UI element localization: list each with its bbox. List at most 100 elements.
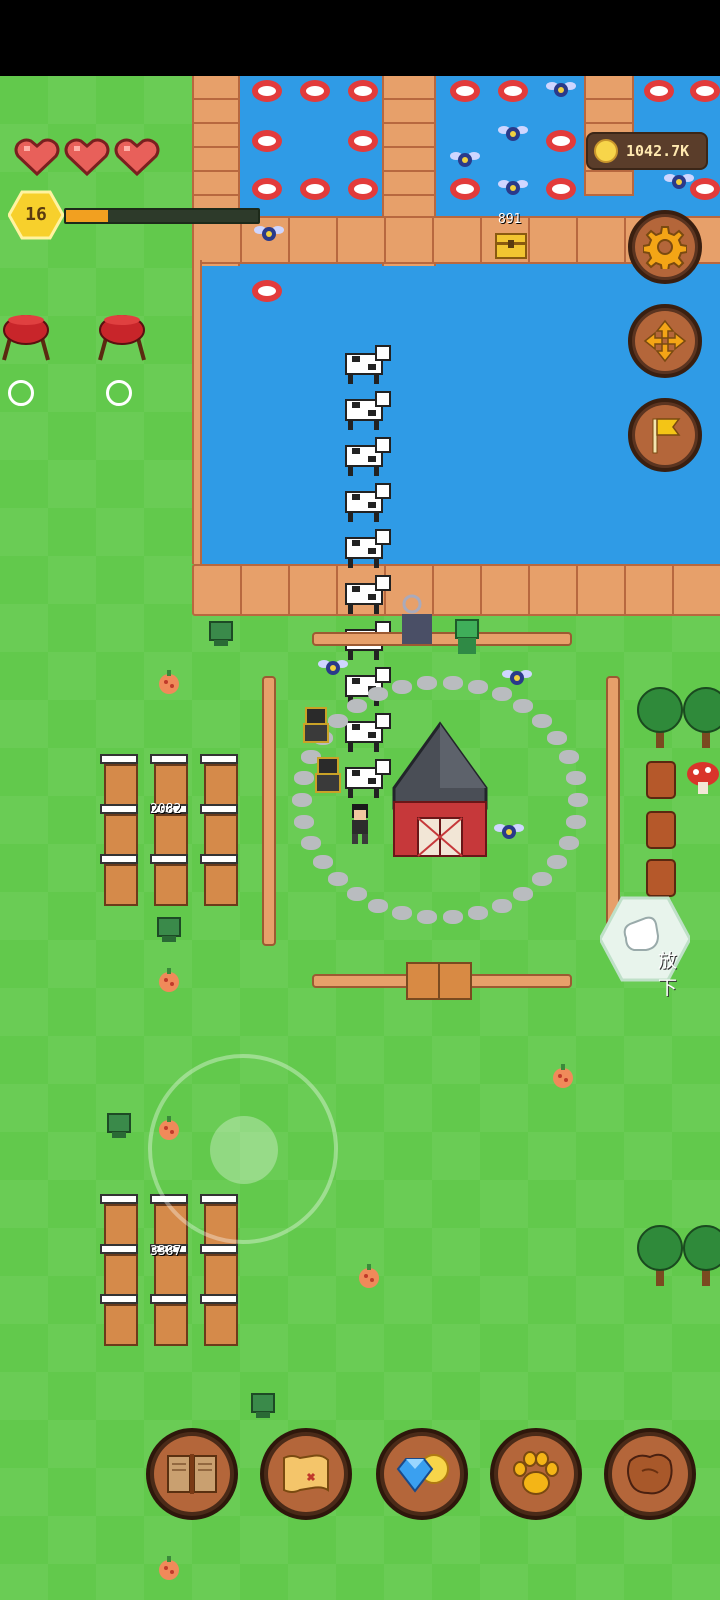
life-buoy bbox=[450, 80, 480, 102]
wood-log[interactable] bbox=[644, 810, 678, 850]
joystick-knob[interactable] bbox=[210, 1116, 278, 1184]
berry-bush[interactable] bbox=[156, 1554, 182, 1584]
stepping-stone bbox=[346, 887, 367, 902]
stepping-stone bbox=[565, 814, 586, 829]
life-buoy bbox=[644, 80, 674, 102]
life-buoy bbox=[300, 178, 330, 200]
player-character bbox=[352, 804, 368, 844]
stepping-stone bbox=[392, 679, 413, 694]
cow bbox=[338, 436, 392, 482]
stepping-stone bbox=[558, 835, 579, 850]
stepping-stone bbox=[513, 698, 534, 713]
stepping-stone bbox=[442, 675, 463, 690]
beehive[interactable] bbox=[200, 754, 238, 806]
mushroom[interactable] bbox=[686, 760, 720, 796]
beehive[interactable] bbox=[100, 754, 138, 806]
life-buoy bbox=[252, 130, 282, 152]
dark-rider bbox=[402, 594, 432, 644]
tree bbox=[637, 687, 683, 748]
armored-guard bbox=[303, 707, 329, 743]
pets-button[interactable] bbox=[490, 1428, 582, 1520]
life-buoy bbox=[252, 178, 282, 200]
stepping-stone bbox=[531, 872, 552, 887]
stepping-stone bbox=[467, 679, 488, 694]
cooking-pot[interactable] bbox=[96, 308, 148, 362]
beehive[interactable] bbox=[200, 1294, 238, 1346]
hive-group-count: 3387 bbox=[150, 1244, 182, 1259]
beehive[interactable] bbox=[100, 1244, 138, 1296]
flag-button[interactable] bbox=[628, 398, 702, 472]
life-buoy bbox=[690, 80, 720, 102]
book-icon bbox=[167, 1454, 217, 1494]
berry-bush[interactable] bbox=[156, 668, 182, 698]
diamond-coin-shop-icon bbox=[396, 1454, 449, 1493]
life-buoy bbox=[546, 178, 576, 200]
shop-button[interactable] bbox=[376, 1428, 468, 1520]
coin-icon bbox=[594, 139, 618, 163]
wood-log[interactable] bbox=[644, 760, 678, 800]
beehive[interactable] bbox=[200, 804, 238, 856]
beehive[interactable] bbox=[100, 1294, 138, 1346]
cow bbox=[338, 482, 392, 528]
farm-gate[interactable] bbox=[406, 962, 472, 1000]
stepping-stone bbox=[417, 675, 438, 690]
life-buoy bbox=[690, 178, 720, 200]
treasure-map-icon bbox=[283, 1454, 329, 1493]
xp-bar-fill bbox=[66, 210, 109, 222]
beehive[interactable] bbox=[100, 804, 138, 856]
life-buoy bbox=[348, 178, 378, 200]
cow bbox=[338, 344, 392, 390]
heart-icon bbox=[14, 136, 60, 177]
stepping-stone bbox=[294, 814, 315, 829]
map-button[interactable] bbox=[260, 1428, 352, 1520]
stepping-stone bbox=[301, 835, 322, 850]
stepping-stone bbox=[442, 910, 463, 925]
heart-icon bbox=[114, 136, 160, 177]
move-arrows-icon bbox=[643, 319, 687, 363]
leather-button[interactable] bbox=[604, 1428, 696, 1520]
empty-slot-ring bbox=[106, 380, 132, 406]
beehive[interactable] bbox=[150, 854, 188, 906]
book-button[interactable] bbox=[146, 1428, 238, 1520]
beehive[interactable] bbox=[100, 854, 138, 906]
status-bar bbox=[0, 0, 720, 76]
beehive[interactable] bbox=[150, 754, 188, 806]
berry-bush[interactable] bbox=[550, 1062, 576, 1092]
drop-button[interactable]: 放下 bbox=[600, 894, 690, 999]
leather-hide-icon bbox=[627, 1453, 673, 1495]
beehive[interactable] bbox=[150, 1294, 188, 1346]
fence bbox=[262, 676, 276, 946]
bee-drone bbox=[498, 126, 528, 141]
beehive[interactable] bbox=[100, 1194, 138, 1246]
life-buoy bbox=[546, 130, 576, 152]
berry-bush[interactable] bbox=[356, 1262, 382, 1292]
beehive[interactable] bbox=[200, 1244, 238, 1296]
stepping-stone bbox=[565, 771, 586, 786]
health-hearts bbox=[14, 136, 160, 177]
move-button[interactable] bbox=[628, 304, 702, 378]
life-buoy bbox=[348, 130, 378, 152]
life-buoy bbox=[348, 80, 378, 102]
red-barn[interactable] bbox=[384, 718, 496, 858]
bee-drone bbox=[318, 660, 348, 675]
flag-icon bbox=[652, 418, 681, 454]
golden-chest[interactable] bbox=[494, 230, 528, 260]
cooking-pot[interactable] bbox=[0, 308, 52, 362]
stepping-stone bbox=[467, 906, 488, 921]
stepping-stone bbox=[292, 793, 312, 807]
beehive[interactable] bbox=[200, 854, 238, 906]
berry-bush[interactable] bbox=[156, 966, 182, 996]
goblin-creature bbox=[107, 1113, 131, 1138]
stepping-stone bbox=[547, 855, 568, 870]
dock-pier bbox=[192, 260, 202, 564]
fence bbox=[606, 676, 620, 926]
stepping-stone bbox=[328, 872, 349, 887]
green-goblin bbox=[455, 619, 479, 654]
bee-drone bbox=[450, 152, 480, 167]
stepping-stone bbox=[346, 698, 367, 713]
life-buoy bbox=[450, 178, 480, 200]
settings-button[interactable] bbox=[628, 210, 702, 284]
wood-log[interactable] bbox=[644, 858, 678, 898]
armored-guard bbox=[315, 757, 341, 793]
paw-icon bbox=[513, 1451, 559, 1495]
